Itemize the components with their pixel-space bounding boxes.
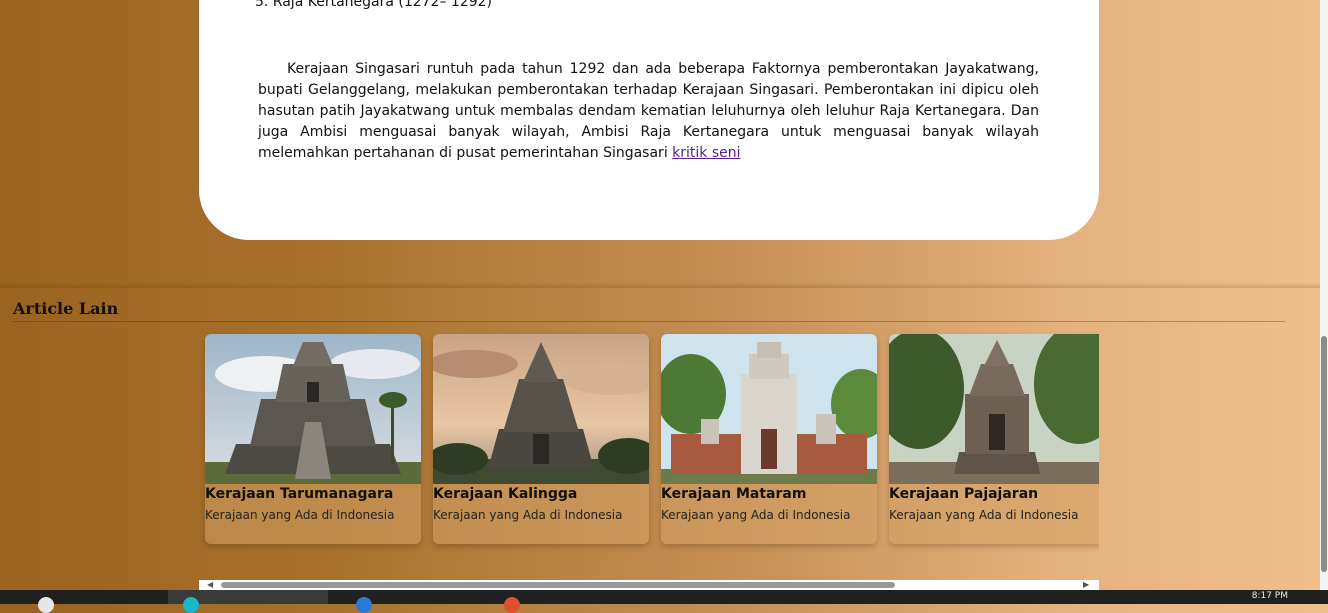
card-tarumanagara[interactable]: Kerajaan Tarumanagara Kerajaan yang Ada …	[205, 334, 421, 544]
card-description: Kerajaan yang Ada di Indonesia	[661, 508, 851, 522]
temple-image	[205, 334, 421, 484]
title-rule	[13, 321, 1285, 322]
card-title: Kerajaan Kalingga	[433, 486, 578, 502]
kritik-seni-link[interactable]: kritik seni	[672, 145, 740, 161]
app-icon[interactable]	[356, 597, 372, 613]
scroll-left-arrow-icon[interactable]: ◀	[207, 580, 213, 590]
paragraph-text: Kerajaan Singasari runtuh pada tahun 129…	[258, 61, 1039, 161]
article-paragraph: Kerajaan Singasari runtuh pada tahun 129…	[258, 59, 1039, 164]
page-scrollbar[interactable]	[1320, 0, 1328, 590]
page-scroll-thumb[interactable]	[1321, 336, 1327, 572]
king-list-item: 5. Raja Kertanegara (1272– 1292)	[255, 0, 493, 10]
carousel-scrollbar[interactable]: ◀ ▶	[199, 580, 1099, 590]
temple-image	[889, 334, 1099, 484]
article-content-card: 5. Raja Kertanegara (1272– 1292) Kerajaa…	[199, 0, 1099, 240]
card-mataram[interactable]: Kerajaan Mataram Kerajaan yang Ada di In…	[661, 334, 877, 544]
taskbar: 8:17 PM	[0, 590, 1328, 613]
card-description: Kerajaan yang Ada di Indonesia	[433, 508, 623, 522]
start-icon[interactable]	[38, 597, 54, 613]
card-pajajaran[interactable]: Kerajaan Pajajaran Kerajaan yang Ada di …	[889, 334, 1099, 544]
article-carousel[interactable]: Kerajaan Tarumanagara Kerajaan yang Ada …	[199, 328, 1099, 578]
section-title: Article Lain	[13, 299, 119, 318]
card-title: Kerajaan Mataram	[661, 486, 807, 502]
temple-image	[661, 334, 877, 484]
app-icon[interactable]	[504, 597, 520, 613]
taskbar-clock[interactable]: 8:17 PM	[1252, 590, 1288, 602]
card-description: Kerajaan yang Ada di Indonesia	[889, 508, 1079, 522]
card-title: Kerajaan Tarumanagara	[205, 486, 394, 502]
app-icon[interactable]	[183, 597, 199, 613]
carousel-scroll-thumb[interactable]	[221, 582, 895, 588]
scroll-right-arrow-icon[interactable]: ▶	[1083, 580, 1089, 590]
section-divider	[0, 282, 1320, 288]
card-title: Kerajaan Pajajaran	[889, 486, 1039, 502]
card-kalingga[interactable]: Kerajaan Kalingga Kerajaan yang Ada di I…	[433, 334, 649, 544]
temple-image	[433, 334, 649, 484]
card-description: Kerajaan yang Ada di Indonesia	[205, 508, 395, 522]
